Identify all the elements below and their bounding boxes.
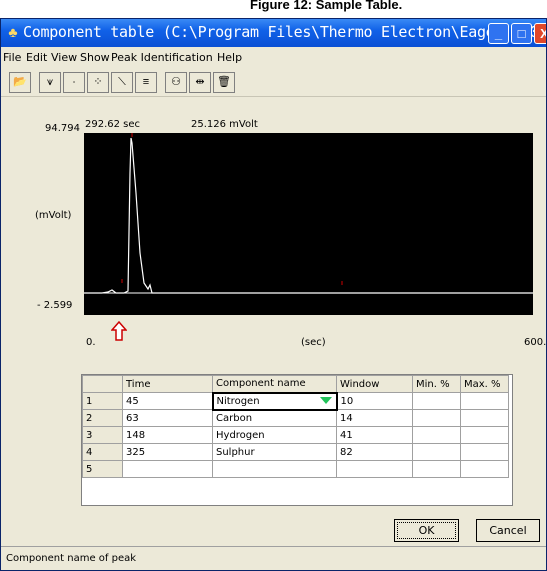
window-cell[interactable]: 10 (336, 392, 413, 410)
min-cell[interactable] (412, 443, 461, 461)
status-bar: Component name of peak (1, 546, 546, 570)
component-table: Time Component name Window Min. % Max. %… (82, 375, 509, 478)
window-cell[interactable]: 82 (336, 443, 413, 461)
x-axis-start: 0. (86, 337, 96, 348)
row-number[interactable]: 4 (82, 443, 123, 461)
min-cell[interactable] (412, 426, 461, 444)
table-header-row: Time Component name Window Min. % Max. % (82, 375, 509, 393)
align-icon[interactable]: ⇹ (189, 72, 211, 93)
ok-button[interactable]: OK (394, 519, 459, 542)
toolbar: 📂 ⩛ ∙ ⁘ ⟍ ≡ ⚇ ⇹ 🗑 (1, 67, 546, 97)
sort-icon[interactable]: ≡ (135, 72, 157, 93)
header-min-percent[interactable]: Min. % (412, 375, 461, 393)
minimize-button[interactable]: _ (488, 23, 509, 44)
table-row[interactable]: 5 (82, 460, 509, 478)
row-number[interactable]: 1 (82, 392, 123, 410)
min-cell[interactable] (412, 409, 461, 427)
dots-icon[interactable]: ⁘ (87, 72, 109, 93)
row-number[interactable]: 2 (82, 409, 123, 427)
trash-icon[interactable]: 🗑 (213, 72, 235, 93)
window-cell[interactable] (336, 460, 413, 478)
y-axis-min: - 2.599 (37, 300, 73, 311)
title-bar[interactable]: ♣ Component table (C:\Program Files\Ther… (1, 19, 546, 47)
max-cell[interactable] (460, 460, 509, 478)
max-cell[interactable] (460, 409, 509, 427)
window-cell[interactable]: 14 (336, 409, 413, 427)
header-window[interactable]: Window (336, 375, 413, 393)
component-name-value: Nitrogen (216, 395, 260, 407)
cursor-value: 25.126 mVolt (191, 119, 258, 130)
header-time[interactable]: Time (122, 375, 213, 393)
dot-icon[interactable]: ∙ (63, 72, 85, 93)
cancel-button[interactable]: Cancel (476, 519, 540, 542)
dropdown-arrow-icon[interactable] (319, 396, 332, 404)
component-grid: Time Component name Window Min. % Max. %… (81, 374, 513, 506)
min-cell[interactable] (412, 460, 461, 478)
time-cell[interactable] (122, 460, 213, 478)
component-name-cell[interactable]: Carbon (212, 409, 337, 427)
component-name-cell[interactable]: Hydrogen (212, 426, 337, 444)
time-cell[interactable]: 148 (122, 426, 213, 444)
min-cell[interactable] (412, 392, 461, 410)
chromatogram-plot[interactable] (84, 133, 533, 315)
menu-peak-identification[interactable]: Peak Identification (111, 51, 213, 64)
x-axis-unit: (sec) (301, 337, 326, 348)
peak-marker-arrow-icon[interactable] (111, 321, 127, 341)
menu-edit[interactable]: Edit (26, 51, 47, 64)
header-max-percent[interactable]: Max. % (460, 375, 509, 393)
window-cell[interactable]: 41 (336, 426, 413, 444)
time-cell[interactable]: 325 (122, 443, 213, 461)
table-row[interactable]: 4 325 Sulphur 82 (82, 443, 509, 461)
header-corner (82, 375, 123, 393)
app-icon: ♣ (8, 24, 18, 40)
component-name-cell[interactable] (212, 460, 337, 478)
x-axis-end: 600. (524, 337, 547, 348)
y-axis-max: 94.794 (45, 123, 80, 134)
peak-icon[interactable]: ⩛ (39, 72, 61, 93)
close-button[interactable]: X (534, 23, 546, 44)
menu-view[interactable]: View (51, 51, 77, 64)
cursor-time: 292.62 sec (85, 119, 141, 130)
users-icon[interactable]: ⚇ (165, 72, 187, 93)
component-table-window: ♣ Component table (C:\Program Files\Ther… (0, 18, 547, 571)
menu-show[interactable]: Show (80, 51, 110, 64)
max-cell[interactable] (460, 443, 509, 461)
header-component-name[interactable]: Component name (212, 375, 337, 393)
y-axis-unit: (mVolt) (35, 210, 72, 221)
maximize-button[interactable]: □ (511, 23, 532, 44)
open-icon[interactable]: 📂 (9, 72, 31, 93)
window-title: Component table (C:\Program Files\Thermo… (23, 23, 546, 41)
table-row[interactable]: 3 148 Hydrogen 41 (82, 426, 509, 444)
max-cell[interactable] (460, 426, 509, 444)
menu-file[interactable]: File (3, 51, 21, 64)
table-row[interactable]: 2 63 Carbon 14 (82, 409, 509, 427)
row-number[interactable]: 3 (82, 426, 123, 444)
max-cell[interactable] (460, 392, 509, 410)
component-name-cell[interactable]: Sulphur (212, 443, 337, 461)
time-cell[interactable]: 45 (122, 392, 213, 410)
component-name-dropdown[interactable]: Nitrogen (211, 391, 338, 411)
menu-help[interactable]: Help (217, 51, 242, 64)
table-row[interactable]: 1 45 Nitrogen 10 (82, 391, 509, 411)
figure-caption: Figure 12: Sample Table. (250, 0, 403, 12)
time-cell[interactable]: 63 (122, 409, 213, 427)
status-text: Component name of peak (6, 553, 137, 564)
row-number[interactable]: 5 (82, 460, 123, 478)
slope-icon[interactable]: ⟍ (111, 72, 133, 93)
menu-bar: File Edit View Show Peak Identification … (1, 47, 546, 67)
